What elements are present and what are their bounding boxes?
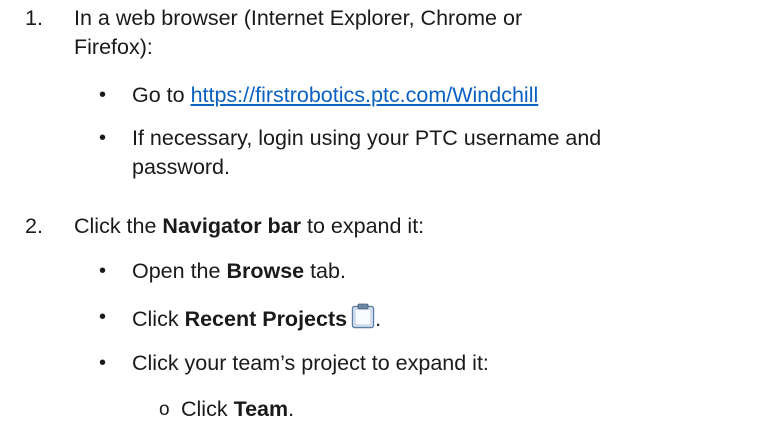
text-segment: to expand it: <box>301 214 425 238</box>
bullet-glyph: • <box>99 127 107 149</box>
bullet-glyph: • <box>99 352 107 374</box>
bullet-text: Click Recent Projects . <box>132 303 752 337</box>
text-segment: . <box>288 397 295 421</box>
sub-bullet-marker: o <box>159 399 170 420</box>
navigator-bar-label: Navigator bar <box>162 214 302 238</box>
step-text-line: In a web browser (Internet Explorer, Chr… <box>74 6 523 30</box>
bullet-glyph: • <box>99 260 107 282</box>
text-segment: Click the <box>74 214 163 238</box>
text-segment: Open the <box>132 259 227 283</box>
recent-projects-label: Recent Projects <box>184 307 348 331</box>
text-segment: Click <box>181 397 234 421</box>
step-number: 1. <box>25 6 43 30</box>
step-number: 2. <box>25 214 43 238</box>
text-segment: . <box>375 307 382 331</box>
clipboard-icon <box>351 303 375 337</box>
bullet-text: Go to https://firstrobotics.ptc.com/Wind… <box>132 81 752 110</box>
bullet-glyph: • <box>99 84 107 106</box>
bullet-text-line: If necessary, login using your PTC usern… <box>132 126 602 150</box>
text-segment: tab. <box>304 259 346 283</box>
instructions-page: 1. In a web browser (Internet Explorer, … <box>0 0 778 438</box>
sub-bullet-text: Click Team. <box>181 395 294 424</box>
bullet-text: Open the Browse tab. <box>132 257 752 286</box>
team-label: Team <box>233 397 289 421</box>
bullet-text: Click your team’s project to expand it: <box>132 351 489 375</box>
step-text-line: Firefox): <box>74 35 153 59</box>
bullet-prefix: Go to <box>132 83 191 107</box>
windchill-link[interactable]: https://firstrobotics.ptc.com/Windchill <box>191 83 539 107</box>
bullet-text: If necessary, login using your PTC usern… <box>132 124 752 182</box>
step-text: In a web browser (Internet Explorer, Chr… <box>74 4 674 62</box>
browse-tab-label: Browse <box>226 259 305 283</box>
bullet-text-line: password. <box>132 155 230 179</box>
bullet-glyph: • <box>99 306 107 328</box>
text-segment: Click <box>132 307 185 331</box>
step-text: Click the Navigator bar to expand it: <box>74 212 674 241</box>
